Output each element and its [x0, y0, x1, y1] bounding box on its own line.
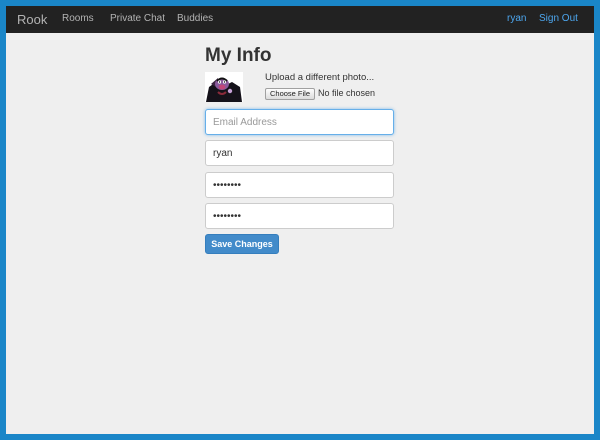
save-changes-button[interactable]: Save Changes	[205, 234, 279, 254]
file-status-text: No file chosen	[318, 88, 376, 98]
nav-link-rooms[interactable]: Rooms	[62, 13, 94, 24]
app-window: Rook Rooms Private Chat Buddies ryan Sig…	[6, 6, 594, 434]
profile-photo	[205, 72, 243, 102]
password-field[interactable]	[205, 172, 394, 198]
nav-link-private-chat[interactable]: Private Chat	[110, 13, 165, 24]
sign-out-link[interactable]: Sign Out	[539, 13, 578, 24]
upload-photo-label: Upload a different photo...	[265, 72, 375, 83]
password-confirm-field[interactable]	[205, 203, 394, 229]
username-field[interactable]	[205, 140, 394, 166]
avatar	[205, 72, 243, 102]
page-title: My Info	[205, 45, 272, 66]
nav-user-link[interactable]: ryan	[507, 13, 526, 24]
brand-link[interactable]: Rook	[17, 12, 47, 27]
email-field[interactable]	[205, 109, 394, 135]
nav-link-buddies[interactable]: Buddies	[177, 13, 213, 24]
navbar: Rook Rooms Private Chat Buddies ryan Sig…	[6, 6, 594, 33]
choose-file-button[interactable]: Choose File	[265, 88, 315, 100]
